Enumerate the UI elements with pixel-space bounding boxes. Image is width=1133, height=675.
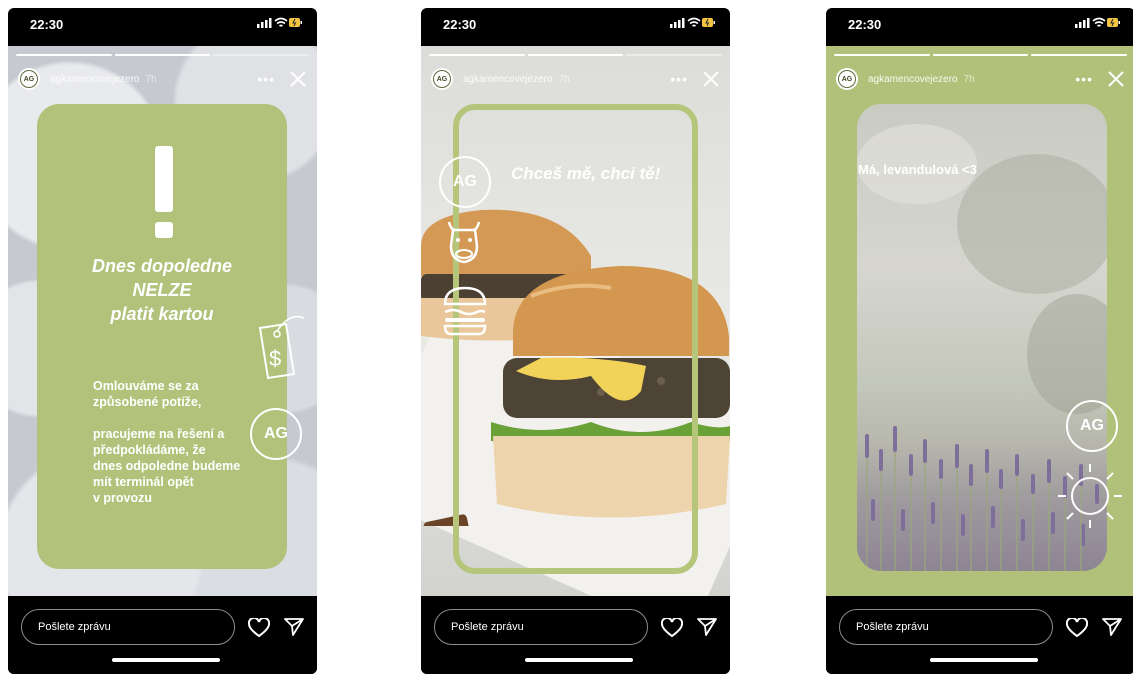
heart-icon[interactable] [1066, 618, 1088, 638]
avatar[interactable]: AG [18, 68, 40, 90]
wifi-icon [1092, 17, 1106, 27]
status-bar: 22:30 [826, 8, 1133, 44]
more-icon[interactable]: ••• [670, 71, 688, 87]
story-username[interactable]: agkamencovejezero [463, 74, 553, 85]
story-username[interactable]: agkamencovejezero [868, 74, 958, 85]
message-input[interactable]: Pošlete zprávu [21, 609, 235, 645]
battery-icon [702, 18, 715, 27]
ag-badge: AG [439, 156, 491, 208]
battery-icon [1107, 18, 1120, 27]
signal-icon [257, 18, 272, 28]
story-username[interactable]: agkamencovejezero [50, 74, 140, 85]
story-caption: Má, levandulová <3 [858, 162, 977, 177]
cow-icon [447, 221, 481, 264]
reply-bar: Pošlete zprávu [421, 596, 730, 674]
exclamation-icon [155, 146, 173, 212]
more-icon[interactable]: ••• [1075, 71, 1093, 87]
send-icon[interactable] [1102, 617, 1122, 637]
phone-screen-3: 22:30 AG agkamencovejezero 7h ••• Má, le… [826, 8, 1133, 674]
status-time: 22:30 [443, 17, 477, 32]
more-icon[interactable]: ••• [257, 71, 275, 87]
phone-screen-2: 22:30 AG agkamencovejezero 7h ••• Chceš … [421, 8, 730, 674]
system-icons [257, 16, 303, 35]
system-icons [670, 16, 716, 35]
story-progress [834, 54, 1128, 56]
ag-badge: AG [1066, 400, 1118, 452]
ag-badge: AG [250, 408, 302, 460]
status-time: 22:30 [848, 17, 882, 32]
message-input[interactable]: Pošlete zprávu [839, 609, 1053, 645]
story-content[interactable]: AG agkamencovejezero 7h ••• Dnes dopoled… [8, 46, 317, 596]
send-icon[interactable] [284, 617, 304, 637]
story-header: AG agkamencovejezero 7h ••• [18, 64, 307, 94]
reply-bar: Pošlete zprávu [8, 596, 317, 674]
reply-bar: Pošlete zprávu [826, 596, 1133, 674]
close-icon[interactable] [289, 70, 307, 88]
heart-icon[interactable] [248, 618, 270, 638]
close-icon[interactable] [702, 70, 720, 88]
status-bar: 22:30 [8, 8, 317, 44]
story-header: AG agkamencovejezero 7h ••• [431, 64, 720, 94]
wifi-icon [687, 17, 701, 27]
heart-icon[interactable] [661, 618, 683, 638]
burger-icon [443, 286, 487, 336]
story-progress [429, 54, 723, 56]
story-headline: Chceš mě, chci tě! [511, 164, 661, 183]
home-indicator [930, 658, 1038, 662]
notice-body: Omlouváme se za způsobené potíže, pracuje… [93, 379, 241, 505]
signal-icon [670, 18, 685, 28]
system-icons [1075, 16, 1121, 35]
price-tag-icon: $ [258, 315, 305, 380]
story-time: 7h [963, 73, 975, 85]
status-time: 22:30 [30, 17, 64, 32]
close-icon[interactable] [1107, 70, 1125, 88]
status-bar: 22:30 [421, 8, 730, 44]
send-icon[interactable] [697, 617, 717, 637]
story-content[interactable]: AG agkamencovejezero 7h ••• Chceš mě, ch… [421, 46, 730, 596]
avatar[interactable]: AG [836, 68, 858, 90]
story-header: AG agkamencovejezero 7h ••• [836, 64, 1125, 94]
sun-icon [1058, 464, 1122, 528]
story-time: 7h [558, 73, 570, 85]
svg-text:$: $ [269, 346, 281, 371]
story-content[interactable]: AG agkamencovejezero 7h ••• Má, levandul… [826, 46, 1133, 596]
message-input[interactable]: Pošlete zprávu [434, 609, 648, 645]
wifi-icon [274, 17, 288, 27]
battery-icon [289, 18, 302, 27]
home-indicator [525, 658, 633, 662]
story-time: 7h [145, 73, 157, 85]
signal-icon [1075, 18, 1090, 28]
phone-screen-1: 22:30 AG agkamencovejezero 7h ••• Dnes d [8, 8, 317, 674]
avatar[interactable]: AG [431, 68, 453, 90]
home-indicator [112, 658, 220, 662]
story-progress [16, 54, 310, 56]
